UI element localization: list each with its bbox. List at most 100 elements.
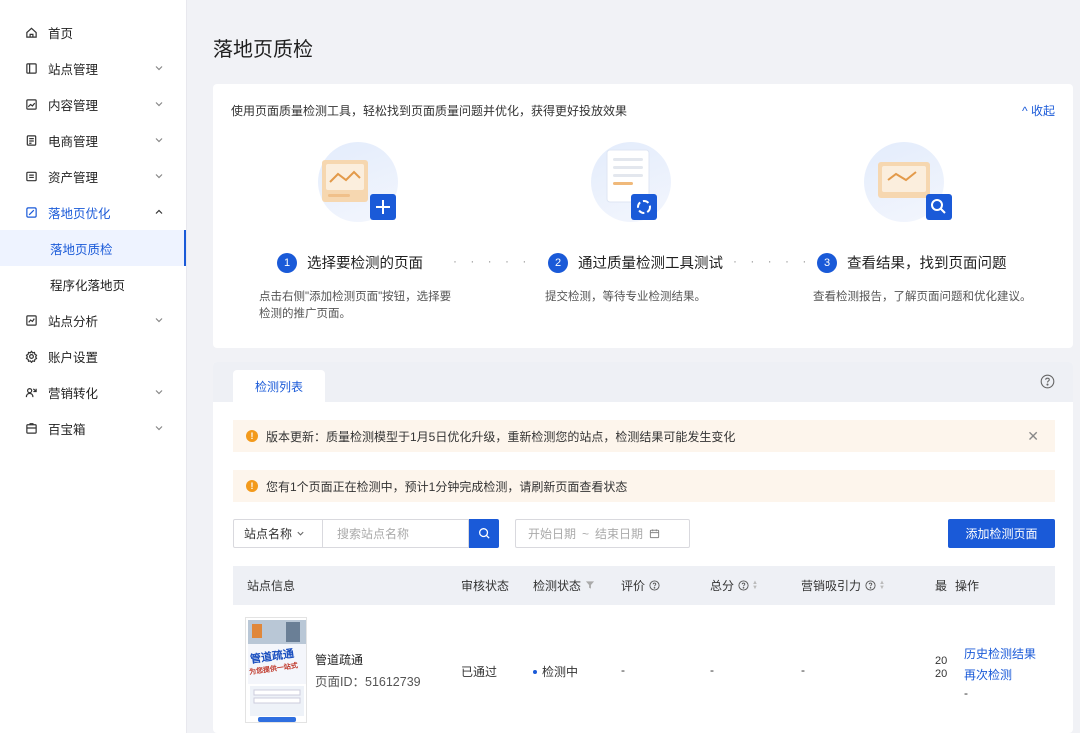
table-row: 管道疏通 为您提供一站式 管道疏通 页面ID：51612739 已通过 检测中 … [233,605,1055,733]
step-2-number: 2 [548,252,568,273]
content-icon [24,97,38,111]
check-status: 检测中 [533,663,578,680]
step-1-description: 点击右侧"添加检测页面"按钮，选择要检测的推广页面。 [259,291,452,320]
sidebar-item-label: 百宝箱 [48,422,86,437]
help-icon[interactable] [649,580,660,591]
column-latest: 最 [935,566,947,605]
page-thumbnail[interactable]: 管道疏通 为您提供一站式 [245,617,307,723]
intro-card: 使用页面质量检测工具，轻松找到页面质量问题并优化，获得更好投放效果 ^ 收起 1… [213,84,1073,348]
history-results-link[interactable]: 历史检测结果 [964,645,1036,662]
column-marketing-appeal[interactable]: 营销吸引力 ▲ ▼ [801,566,885,605]
help-icon[interactable] [865,580,876,591]
column-site-info: 站点信息 [247,566,295,605]
column-label: 评价 [621,579,646,593]
sidebar-item-label: 落地页优化 [48,206,111,221]
action-placeholder: - [964,686,968,700]
sidebar-item-label: 内容管理 [48,98,99,113]
settings-icon [24,349,38,363]
status-dot [533,669,537,674]
latest-time-2: 20 [935,668,948,680]
step-1-title: 1 选择要检测的页面 [277,252,423,273]
column-total-score[interactable]: 总分 ▲ ▼ [710,566,758,605]
step-3-number: 3 [817,252,837,273]
column-label: 操作 [955,579,980,593]
sidebar-item-label: 站点分析 [48,314,99,329]
column-label: 审核状态 [461,579,510,593]
sidebar-item-landing-page-optimization[interactable]: 落地页优化 [0,194,186,230]
table-header: 站点信息 审核状态 检测状态 评价 总分 ▲ ▼ 营销吸引力 ▲ ▼ 最 操作 [233,566,1055,605]
search-input[interactable] [323,519,469,548]
sidebar-item-content-management[interactable]: 内容管理 [0,86,186,122]
column-label: 站点信息 [247,579,296,593]
site-name-select[interactable]: 站点名称 [233,519,323,548]
alert-text: 版本更新：质量检测模型于1月5日优化升级，重新检测您的站点，检测结果可能发生变化 [266,429,736,444]
chevron-down-icon [154,315,164,325]
chevron-down-icon [154,99,164,109]
step-3-title-text: 查看结果，找到页面问题 [847,256,1007,272]
column-check-status[interactable]: 检测状态 [533,566,596,605]
tab-detection-list[interactable]: 检测列表 [233,370,325,402]
date-start: 开始日期 [528,527,577,541]
collapse-button[interactable]: ^ 收起 [1022,102,1055,119]
warning-icon: ! [246,430,258,442]
sidebar-subitem-programmatic-landing-page[interactable]: 程序化落地页 [0,266,186,302]
step-connector: · · · · · [453,254,532,268]
total-score-value: - [710,663,714,677]
sidebar-item-marketing-conversion[interactable]: 营销转化 [0,374,186,410]
help-icon[interactable] [1040,374,1055,389]
close-icon[interactable]: ✕ [1027,428,1039,445]
review-status: 已通过 [461,665,498,679]
date-separator: ~ [582,526,590,541]
sidebar-item-label: 营销转化 [48,386,99,401]
marketing-icon [24,385,38,399]
sidebar-item-account-settings[interactable]: 账户设置 [0,338,186,374]
search-button[interactable] [469,519,499,548]
site-name: 管道疏通 [315,653,364,667]
filter-icon[interactable] [585,580,596,591]
chevron-down-icon [154,387,164,397]
step-3-description: 查看检测报告，了解页面问题和优化建议。 [813,291,1032,303]
sidebar-item-site-management[interactable]: 站点管理 [0,50,186,86]
column-label: 总分 [710,579,735,593]
sort-icon[interactable]: ▲ ▼ [752,580,758,591]
sidebar-item-asset-management[interactable]: 资产管理 [0,158,186,194]
home-icon [24,25,38,39]
step-2-title-text: 通过质量检测工具测试 [578,256,723,272]
sidebar-subitem-landing-page-quality-check[interactable]: 落地页质检 [0,230,186,266]
column-label: 最 [935,579,948,593]
sidebar-subitem-label: 程序化落地页 [50,278,126,293]
sort-icon[interactable]: ▲ ▼ [879,580,885,591]
sidebar-item-home[interactable]: 首页 [0,14,186,50]
sidebar-item-toolbox[interactable]: 百宝箱 [0,410,186,446]
sidebar-item-label: 首页 [48,26,74,41]
sidebar-item-ecommerce-management[interactable]: 电商管理 [0,122,186,158]
latest-time-1: 20 [935,655,948,667]
column-rating: 评价 [621,566,660,605]
ecommerce-icon [24,133,38,147]
select-label: 站点名称 [244,527,293,541]
sidebar-item-label: 电商管理 [48,134,99,149]
step-2-description: 提交检测，等待专业检测结果。 [545,291,706,303]
help-icon[interactable] [738,580,749,591]
step-2-illustration [591,142,681,232]
column-actions: 操作 [955,566,979,605]
column-label: 检测状态 [533,579,582,593]
detection-list-card: 检测列表 ! 版本更新：质量检测模型于1月5日优化升级，重新检测您的站点，检测结… [213,362,1073,733]
sidebar-item-label: 资产管理 [48,170,99,185]
column-review-status: 审核状态 [461,566,509,605]
recheck-link[interactable]: 再次检测 [964,666,1012,683]
date-range-picker[interactable]: 开始日期 ~ 结束日期 [515,519,690,548]
step-1-illustration [318,142,408,232]
warning-icon: ! [246,480,258,492]
chevron-down-icon [296,529,305,538]
intro-description: 使用页面质量检测工具，轻松找到页面质量问题并优化，获得更好投放效果 [231,104,628,118]
chevron-down-icon [154,63,164,73]
tab-bar: 检测列表 [213,362,1073,402]
marketing-appeal-value: - [801,663,805,677]
chevron-down-icon [154,423,164,433]
column-label: 营销吸引力 [801,579,862,593]
filter-bar: 站点名称 开始日期 ~ 结束日期 添加检测页面 [233,519,1055,548]
step-connector: · · · · · [733,254,812,268]
add-detection-page-button[interactable]: 添加检测页面 [948,519,1055,548]
sidebar-item-site-analytics[interactable]: 站点分析 [0,302,186,338]
